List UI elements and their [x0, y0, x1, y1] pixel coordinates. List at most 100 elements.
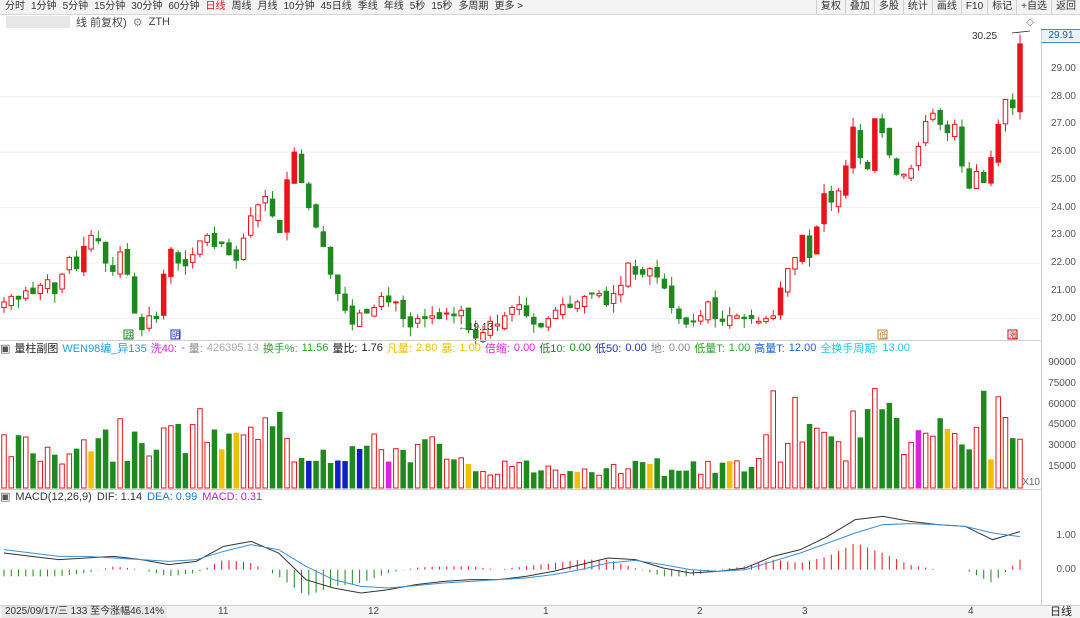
- volume-bar: [654, 458, 660, 489]
- time-axis: 2025/09/17/三 133 至今涨幅46.14% 11 12 1 2 3 4 日线: [0, 605, 1080, 618]
- volume-bar: [763, 434, 769, 489]
- volume-bar: [922, 432, 929, 489]
- volume-bar: [886, 402, 893, 489]
- candle: [327, 246, 334, 279]
- volume-bar: [422, 439, 428, 489]
- volume-bar: [697, 473, 704, 489]
- candle: [603, 286, 610, 307]
- high-price-label: 30.25: [972, 31, 997, 42]
- candle: [538, 322, 544, 329]
- volume-bar: [197, 408, 203, 489]
- candle: [850, 117, 856, 174]
- candle: [182, 250, 189, 275]
- candle: [429, 306, 435, 325]
- volume-bar: [124, 460, 131, 489]
- volume-axis-label: 15000: [1048, 461, 1076, 473]
- volume-bar: [277, 411, 283, 489]
- volume-bar: [414, 443, 421, 489]
- candle: [806, 229, 813, 267]
- volume-bar: [908, 441, 914, 489]
- volume-bars: [1, 388, 1023, 489]
- macd-axis-label: 0.00: [1056, 563, 1076, 575]
- volume-bar: [690, 461, 697, 489]
- candle: [893, 157, 900, 176]
- candle: [211, 226, 218, 250]
- volume-bar: [327, 463, 334, 489]
- candle: [872, 118, 878, 173]
- candle: [52, 282, 58, 303]
- candle: [204, 233, 210, 247]
- volume-bar: [44, 446, 51, 489]
- candle: [59, 273, 65, 294]
- collapse-icon[interactable]: ▣: [0, 490, 10, 503]
- period-type-label[interactable]: 日线: [1050, 606, 1072, 618]
- candle: [1017, 34, 1023, 120]
- volume-axis-label: 90000: [1048, 356, 1076, 368]
- volume-bar: [755, 458, 762, 489]
- candle: [400, 295, 406, 328]
- volume-bar: [1, 434, 7, 489]
- macd-histogram: [3, 544, 1021, 596]
- candle: [531, 313, 537, 333]
- candle: [313, 203, 319, 229]
- svg-text:跌: 跌: [125, 330, 133, 340]
- volume-legend-item: 低10:: [539, 343, 566, 355]
- macd-legend-item: MACD(12,26,9): [15, 490, 92, 503]
- candle: [683, 316, 689, 328]
- candle: [581, 295, 588, 314]
- volume-bar: [218, 449, 225, 489]
- candle: [741, 313, 747, 329]
- volume-bar: [792, 396, 798, 489]
- candle: [915, 142, 922, 171]
- volume-bar: [639, 462, 646, 489]
- candle: [545, 316, 552, 331]
- candle: [44, 274, 51, 294]
- candle: [814, 225, 820, 255]
- high-pointer: [1011, 30, 1031, 34]
- price-axis-label: 26.00: [1050, 146, 1076, 158]
- volume-bar: [944, 428, 951, 489]
- volume-bar: [843, 460, 849, 489]
- volume-bar: [647, 463, 653, 489]
- volume-bar: [247, 426, 254, 489]
- candle: [240, 233, 247, 261]
- volume-bar: [30, 453, 36, 489]
- current-price-tag: 29.91: [1041, 29, 1080, 43]
- volume-bar: [523, 460, 530, 489]
- volume-bar: [81, 439, 87, 489]
- volume-bar: [872, 388, 878, 489]
- collapse-icon[interactable]: ▣: [0, 342, 10, 355]
- candle: [451, 306, 457, 324]
- candle: [922, 115, 929, 147]
- candle: [676, 305, 682, 324]
- candle: [552, 307, 559, 319]
- volume-bar: [531, 472, 537, 489]
- volume-bar: [632, 460, 639, 489]
- volume-bar: [581, 468, 588, 489]
- axis-divider: [1041, 30, 1042, 605]
- candle: [705, 300, 711, 324]
- candle: [843, 159, 849, 199]
- volume-bar: [189, 424, 196, 489]
- volume-legend-item: 1.00: [728, 342, 751, 354]
- chart-canvas: 30.25 ←19.13 跌 明 低 涨: [0, 30, 1041, 596]
- candle: [937, 108, 943, 131]
- volume-bar: [480, 470, 486, 489]
- volume-legend-item: 暴:: [441, 343, 456, 355]
- candle: [835, 187, 842, 213]
- volume-bar: [712, 472, 718, 489]
- month-tick: 11: [218, 606, 229, 617]
- volume-legend-item: 低量T:: [694, 343, 725, 355]
- crosshair-date: 2025/09/17/三 133 至今涨幅46.14%: [2, 606, 167, 618]
- candle: [422, 308, 428, 328]
- volume-bar: [574, 471, 581, 489]
- volume-bar: [73, 448, 80, 489]
- candle: [995, 119, 1001, 167]
- volume-axis-label: 75000: [1048, 377, 1076, 389]
- volume-bar: [8, 456, 15, 489]
- candle: [414, 314, 421, 328]
- month-tick: 12: [368, 606, 380, 617]
- volume-bar: [37, 460, 44, 489]
- volume-bar: [284, 438, 290, 489]
- candle: [777, 281, 784, 320]
